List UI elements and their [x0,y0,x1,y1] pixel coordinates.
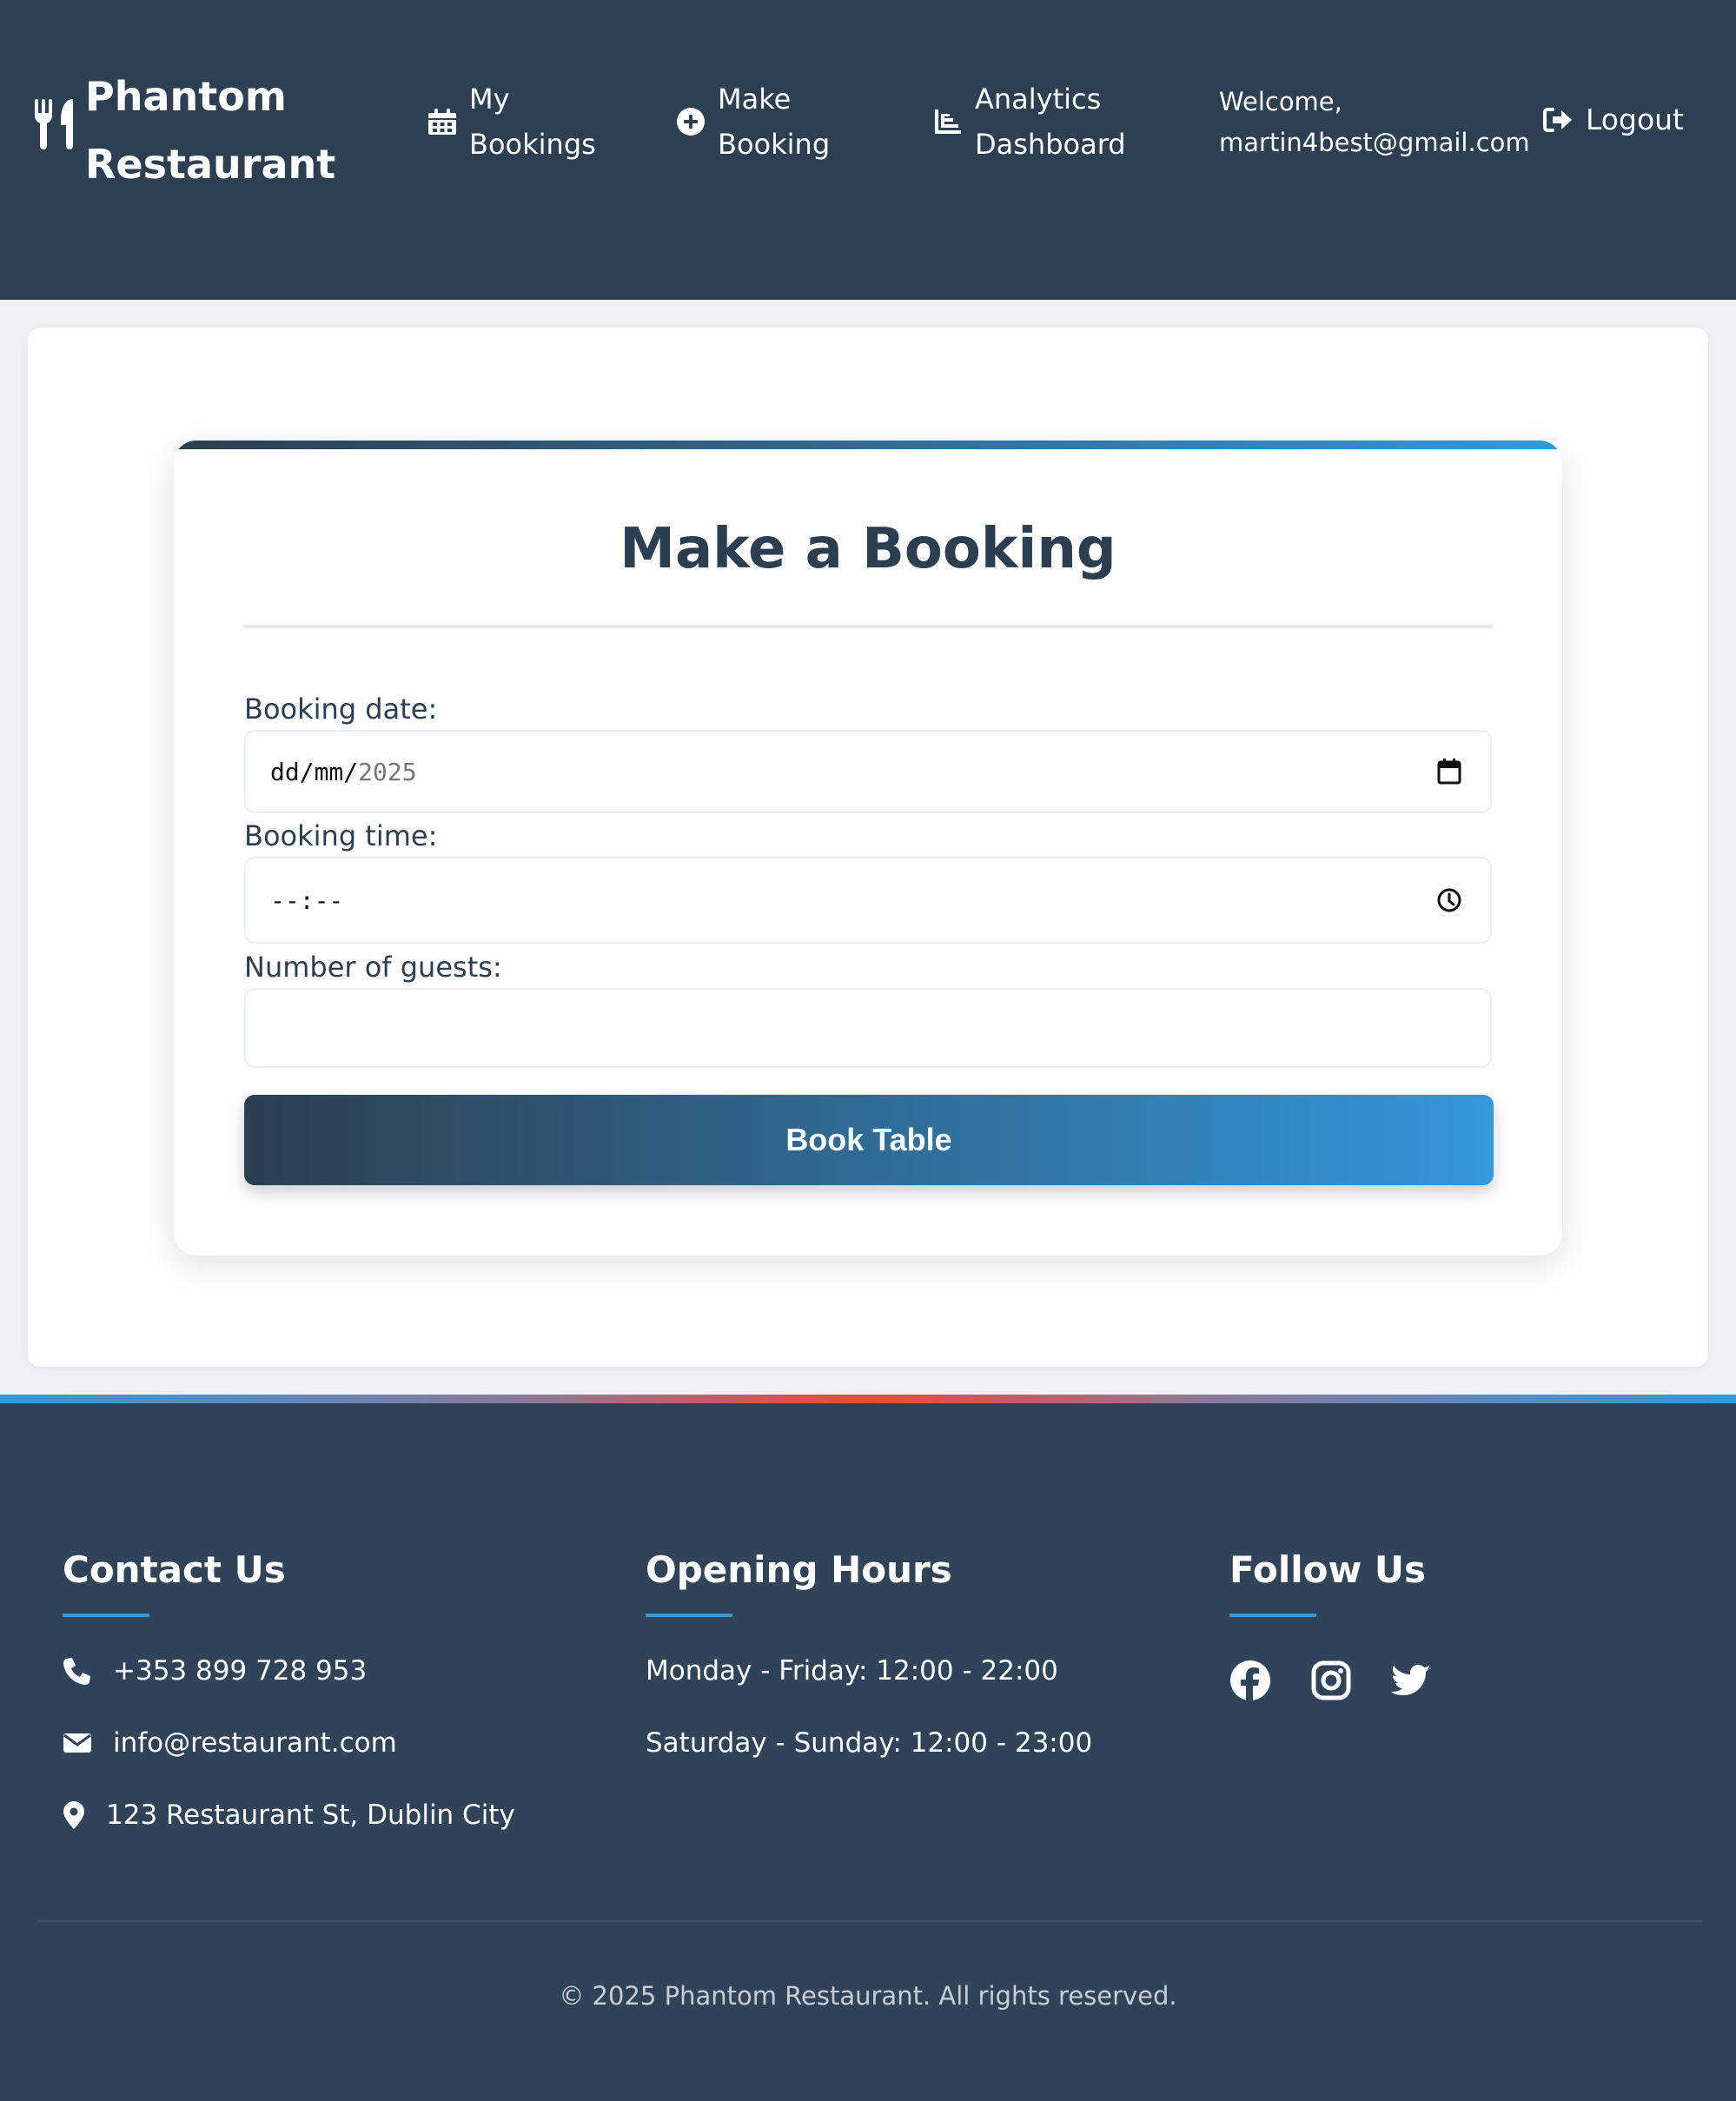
nav-analytics-dashboard[interactable]: Analytics Dashboard [933,76,1131,167]
title-divider [243,625,1493,628]
heading-underline [646,1614,732,1617]
copyright-text: © 2025 Phantom Restaurant. All rights re… [559,1981,1177,2011]
twitter-icon[interactable] [1391,1660,1433,1701]
calendar-icon [428,109,456,135]
email-text: info@restaurant.com [113,1727,397,1759]
card-accent-bar [174,441,1562,449]
utensils-icon [35,99,73,149]
booking-date-value: dd/mm/2025 [270,757,417,786]
contact-address: 123 Restaurant St, Dublin City [63,1799,515,1831]
welcome-text: Welcome, martin4best@gmail.com [1219,87,1530,157]
logout-button[interactable]: Logout [1542,103,1684,136]
booking-time-label: Booking time: [244,819,438,852]
contact-section: Contact Us +353 899 728 953 info@restaur… [63,1542,515,1831]
booking-form-card: Make a Booking Booking date: dd/mm/2025 … [174,441,1562,1256]
hours-heading: Opening Hours [646,1548,952,1591]
nav-label: Analytics Dashboard [975,83,1126,161]
logout-label: Logout [1586,103,1684,136]
logout-icon [1543,107,1572,132]
facebook-icon[interactable] [1229,1660,1271,1701]
hours-weekend: Saturday - Sunday: 12:00 - 23:00 [646,1727,1093,1759]
booking-date-input[interactable]: dd/mm/2025 [244,730,1492,813]
page-title: Make a Booking [620,517,1116,581]
follow-section: Follow Us [1229,1542,1431,1700]
contact-heading: Contact Us [63,1548,286,1591]
clock-icon[interactable] [1435,885,1464,915]
footer-divider [36,1920,1703,1922]
social-links [1229,1660,1472,1701]
map-marker-icon [63,1801,84,1829]
nav-label: My Bookings [469,83,596,161]
footer-accent-bar [0,1395,1736,1403]
heading-underline [63,1614,149,1617]
contact-email[interactable]: info@restaurant.com [63,1727,397,1759]
brand-name: Phantom Restaurant [85,73,336,188]
phone-text: +353 899 728 953 [113,1655,368,1687]
site-footer: Contact Us +353 899 728 953 info@restaur… [0,1395,1736,2101]
contact-phone[interactable]: +353 899 728 953 [63,1655,367,1687]
brand[interactable]: Phantom Restaurant [33,63,336,198]
guests-label: Number of guests: [244,951,502,984]
nav-make-booking[interactable]: Make Booking [676,76,848,167]
nav-label: Make Booking [718,83,831,161]
guests-input[interactable] [244,988,1492,1068]
plus-circle-icon [677,108,705,136]
nav-my-bookings[interactable]: My Bookings [427,76,600,167]
booking-time-input[interactable]: --:-- [244,857,1492,944]
heading-underline [1229,1614,1316,1617]
envelope-icon [63,1733,91,1753]
address-text: 123 Restaurant St, Dublin City [106,1799,515,1831]
hours-weekday: Monday - Friday: 12:00 - 22:00 [646,1655,1058,1687]
hours-section: Opening Hours Monday - Friday: 12:00 - 2… [646,1542,1092,1759]
site-header: Phantom Restaurant My Bookings Make Book… [0,0,1736,300]
calendar-picker-icon[interactable] [1435,757,1464,786]
booking-date-label: Booking date: [244,693,438,726]
chart-bar-icon [935,109,961,134]
instagram-icon[interactable] [1310,1660,1352,1701]
follow-heading: Follow Us [1229,1548,1427,1591]
book-table-button[interactable]: Book Table [244,1095,1494,1185]
phone-icon [63,1658,90,1685]
booking-time-value: --:-- [270,885,344,915]
